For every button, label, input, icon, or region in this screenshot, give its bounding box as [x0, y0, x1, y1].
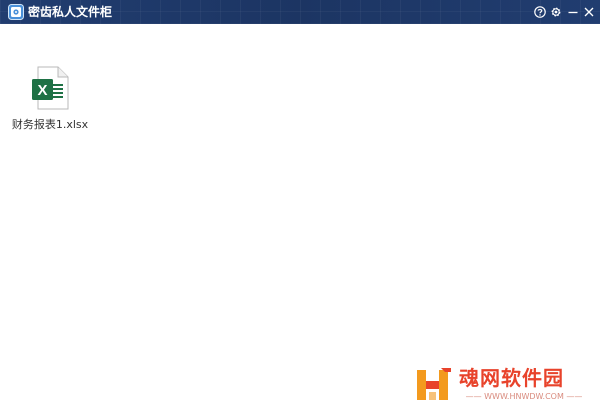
file-item[interactable]: X 财务报表1.xlsx [10, 64, 90, 134]
watermark-title: 魂网软件园 [459, 366, 564, 390]
minimize-icon[interactable] [566, 4, 580, 20]
file-area[interactable]: X 财务报表1.xlsx [0, 24, 600, 409]
help-icon[interactable] [533, 4, 547, 20]
watermark: 魂网软件园 —— WWW.HNWDW.COM —— [415, 366, 595, 404]
file-name-label: 财务报表1.xlsx [11, 118, 89, 131]
app-logo-icon [8, 4, 24, 20]
title-bar[interactable]: 密齿私人文件柜 [0, 0, 600, 24]
watermark-url: —— WWW.HNWDW.COM —— [465, 392, 583, 401]
app-window: 密齿私人文件柜 X 财务报表1.xlsx 魂网软件园 —— WWW.HNWDW.… [0, 0, 600, 409]
excel-file-icon: X [26, 64, 74, 112]
excel-letter: X [37, 82, 47, 99]
watermark-logo-icon [415, 366, 455, 402]
close-icon[interactable] [582, 4, 596, 20]
gear-icon[interactable] [549, 4, 563, 20]
window-title: 密齿私人文件柜 [28, 5, 113, 19]
